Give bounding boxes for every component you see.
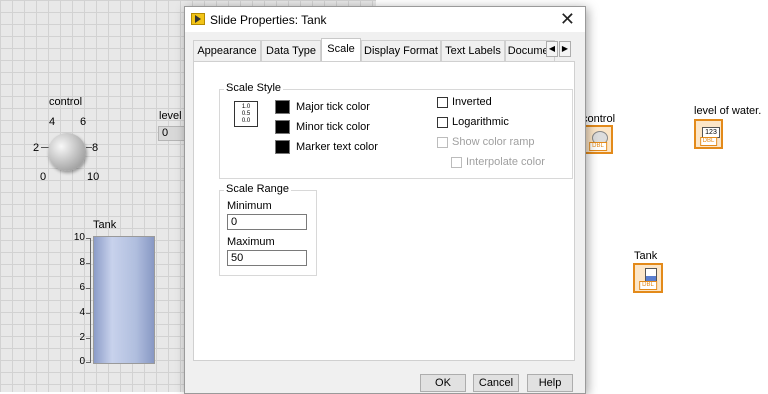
- tank-tick: [86, 362, 91, 363]
- tank-scale-label: 4: [79, 307, 85, 318]
- tank-scale-label: 6: [79, 282, 85, 293]
- tank-tick: [86, 313, 91, 314]
- logarithmic-label: Logarithmic: [452, 116, 509, 128]
- marker-text-color-label: Marker text color: [296, 141, 378, 153]
- tab-display-format[interactable]: Display Format: [361, 40, 441, 61]
- tank-fill-level: [94, 237, 154, 363]
- tab-text-labels[interactable]: Text Labels: [441, 40, 505, 61]
- tank-tick: [86, 288, 91, 289]
- data-type-tag: DBL: [589, 142, 607, 151]
- show-color-ramp-checkbox[interactable]: [437, 137, 448, 148]
- tab-scale[interactable]: Scale: [321, 38, 361, 61]
- help-button[interactable]: Help: [527, 374, 573, 392]
- scale-tab-pane: Scale Style 1.0 0.5 0.0 Major tick color…: [193, 61, 575, 361]
- show-color-ramp-label: Show color ramp: [452, 136, 535, 148]
- minimum-field[interactable]: [227, 214, 307, 230]
- tab-strip: Appearance Data Type Scale Display Forma…: [193, 38, 555, 62]
- control-knob[interactable]: [48, 133, 86, 171]
- tank-tick: [86, 263, 91, 264]
- ok-button[interactable]: OK: [420, 374, 466, 392]
- tank-scale-label: 10: [73, 232, 85, 243]
- maximum-label: Maximum: [227, 236, 275, 248]
- knob-scale-label: 10: [87, 171, 100, 183]
- logarithmic-checkbox[interactable]: [437, 117, 448, 128]
- slide-properties-dialog[interactable]: Slide Properties: Tank ✕ Appearance Data…: [184, 6, 586, 394]
- tank-terminal[interactable]: DBL: [633, 263, 663, 293]
- data-type-tag: DBL: [639, 281, 657, 290]
- tank-scale-label: 2: [79, 332, 85, 343]
- tank-indicator[interactable]: [93, 236, 155, 364]
- major-tick-color-label: Major tick color: [296, 101, 370, 113]
- scale-style-group: Scale Style 1.0 0.5 0.0 Major tick color…: [219, 82, 573, 179]
- scale-range-title: Scale Range: [224, 183, 291, 195]
- cancel-button[interactable]: Cancel: [473, 374, 519, 392]
- inverted-checkbox[interactable]: [437, 97, 448, 108]
- tank-scale-axis: [90, 238, 91, 362]
- tank-terminal-label: Tank: [634, 250, 658, 262]
- knob-scale-label: 8: [92, 142, 99, 154]
- minor-tick-color-label: Minor tick color: [296, 121, 370, 133]
- knob-scale-label: 4: [49, 116, 56, 128]
- scale-style-icon[interactable]: 1.0 0.5 0.0: [234, 101, 258, 127]
- tank-scale-label: 0: [79, 356, 85, 367]
- tank-label: Tank: [93, 219, 117, 231]
- tab-data-type[interactable]: Data Type: [261, 40, 321, 61]
- tab-appearance[interactable]: Appearance: [193, 40, 261, 61]
- scale-range-group: Scale Range Minimum Maximum: [219, 183, 317, 276]
- tab-scroll-right-icon[interactable]: ▶: [559, 41, 571, 57]
- interpolate-color-label: Interpolate color: [466, 156, 545, 168]
- labview-icon: [191, 13, 205, 25]
- tab-scroll-left-icon[interactable]: ◀: [546, 41, 558, 57]
- tank-scale-label: 8: [79, 257, 85, 268]
- minor-tick-color-swatch[interactable]: [275, 120, 290, 134]
- inverted-label: Inverted: [452, 96, 492, 108]
- dialog-title: Slide Properties: Tank: [210, 13, 327, 27]
- control-terminal-label: control: [582, 113, 616, 125]
- knob-scale-label: 0: [40, 171, 47, 183]
- interpolate-color-checkbox[interactable]: [451, 157, 462, 168]
- close-icon[interactable]: ✕: [560, 9, 575, 29]
- data-type-tag: DBL: [699, 137, 718, 146]
- minimum-label: Minimum: [227, 200, 272, 212]
- scale-style-title: Scale Style: [224, 82, 284, 94]
- dialog-titlebar[interactable]: Slide Properties: Tank ✕: [185, 7, 585, 32]
- major-tick-color-swatch[interactable]: [275, 100, 290, 114]
- knob-tick: [86, 147, 92, 148]
- knob-scale-label: 2: [33, 142, 40, 154]
- knob-scale-label: 6: [80, 116, 87, 128]
- level-terminal-label: level of water.: [694, 105, 762, 117]
- control-terminal[interactable]: DBL: [583, 125, 613, 154]
- marker-text-color-swatch[interactable]: [275, 140, 290, 154]
- tank-tick: [86, 238, 91, 239]
- level-terminal[interactable]: 123 DBL: [694, 119, 723, 149]
- knob-label: control: [49, 96, 83, 108]
- tank-tick: [86, 338, 91, 339]
- maximum-field[interactable]: [227, 250, 307, 266]
